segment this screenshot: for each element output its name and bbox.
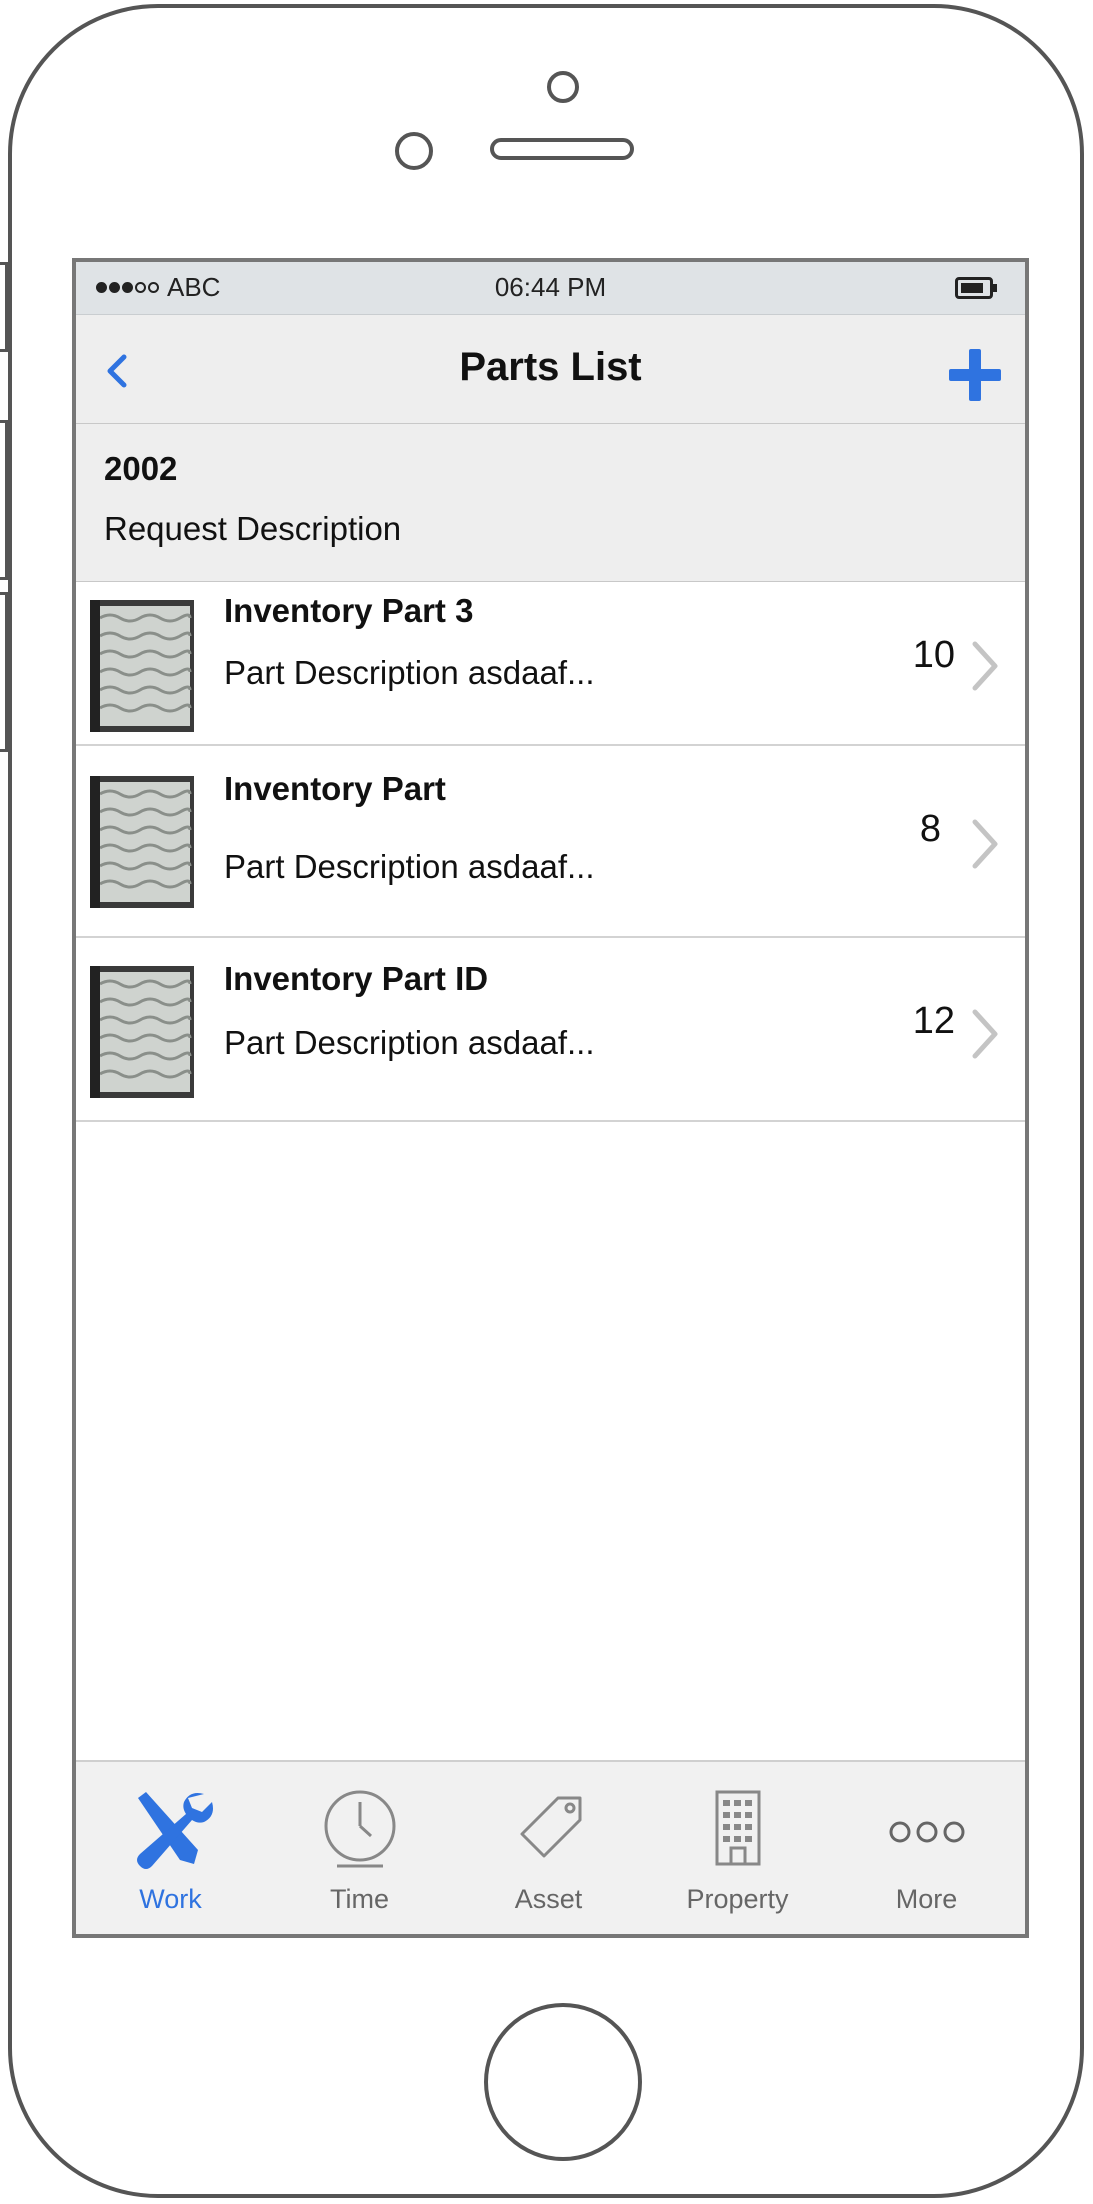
part-title: Inventory Part 3: [224, 592, 474, 629]
part-description: Part Description asdaaf...: [224, 848, 595, 885]
part-quantity: 8: [919, 808, 941, 850]
part-title: Inventory Part: [224, 770, 446, 807]
page-title: Parts List: [459, 345, 642, 389]
navigation-bar: Parts List: [76, 315, 1025, 424]
battery-icon: [955, 277, 997, 299]
tab-time[interactable]: Time: [265, 1762, 454, 1934]
tab-more[interactable]: More: [832, 1762, 1021, 1934]
earpiece-speaker: [490, 138, 634, 160]
app-screen: ABC 06:44 PM Parts List 2002 Request Des…: [72, 258, 1029, 1938]
part-description: Part Description asdaaf...: [224, 1024, 595, 1061]
list-item[interactable]: Inventory Part 3 Part Description asdaaf…: [76, 582, 1025, 746]
part-thumbnail: [90, 966, 194, 1098]
clock-icon: [324, 1790, 395, 1868]
volume-up-button: [0, 420, 8, 580]
chevron-right-icon: [972, 641, 998, 691]
status-time: 06:44 PM: [494, 272, 607, 302]
part-thumbnail: [90, 600, 194, 732]
silent-switch: [0, 262, 8, 352]
part-description: Part Description asdaaf...: [224, 654, 595, 691]
tab-label: Asset: [514, 1884, 583, 1914]
tab-bar: Work Time Asset Property More: [76, 1760, 1025, 1934]
part-quantity: 10: [912, 634, 955, 676]
request-description: Request Description: [104, 510, 402, 547]
more-dots-icon: [889, 1821, 964, 1843]
part-quantity: 12: [912, 1000, 955, 1042]
wrench-screwdriver-icon: [136, 1792, 213, 1869]
building-icon: [715, 1790, 760, 1866]
chevron-right-icon: [972, 819, 998, 869]
tab-work[interactable]: Work: [76, 1762, 265, 1934]
list-item[interactable]: Inventory Part Part Description asdaaf..…: [76, 746, 1025, 938]
front-camera: [547, 71, 579, 103]
plus-icon[interactable]: [947, 347, 1003, 403]
status-bar: ABC 06:44 PM: [76, 262, 1025, 315]
tab-property[interactable]: Property: [643, 1762, 832, 1934]
tab-label: Property: [686, 1884, 789, 1914]
request-id: 2002: [104, 450, 178, 487]
home-button[interactable]: [484, 2003, 642, 2161]
tab-label: More: [895, 1884, 958, 1914]
tab-asset[interactable]: Asset: [454, 1762, 643, 1934]
request-header: 2002 Request Description: [76, 424, 1025, 582]
list-item[interactable]: Inventory Part ID Part Description asdaa…: [76, 938, 1025, 1122]
sensor: [395, 132, 433, 170]
part-title: Inventory Part ID: [224, 960, 489, 997]
tag-icon: [520, 1796, 581, 1858]
tab-label: Time: [330, 1884, 389, 1914]
tab-label: Work: [139, 1884, 202, 1914]
volume-down-button: [0, 592, 8, 752]
chevron-right-icon: [972, 1009, 998, 1059]
part-thumbnail: [90, 776, 194, 908]
